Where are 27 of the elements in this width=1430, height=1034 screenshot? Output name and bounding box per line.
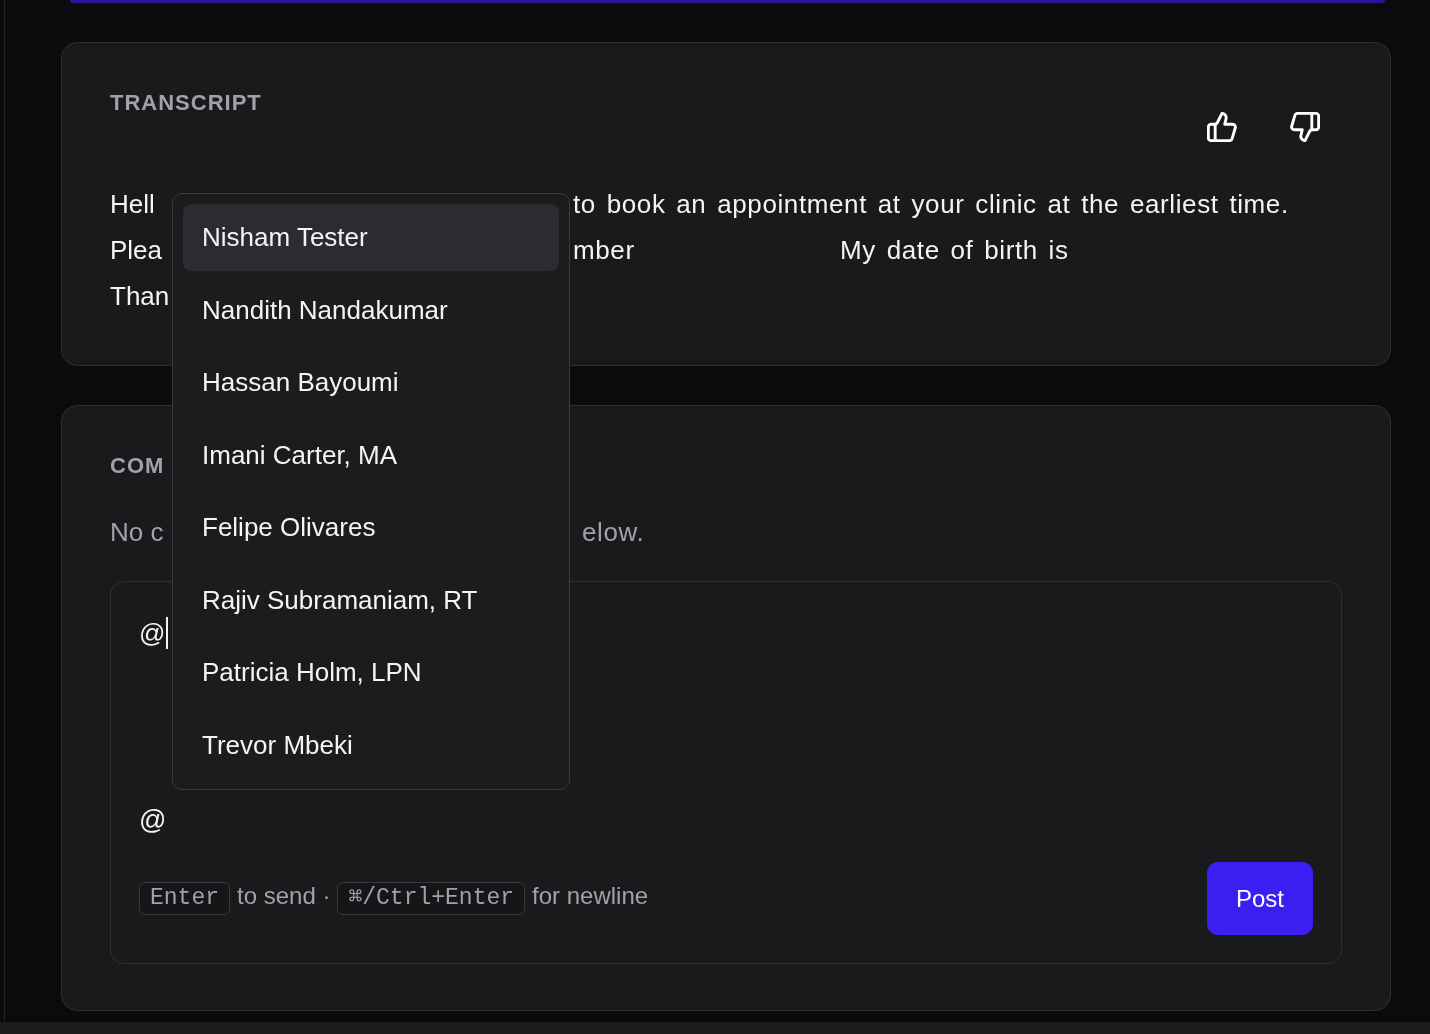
section-label: COM [110, 453, 165, 478]
mention-option[interactable]: Felipe Olivares [183, 494, 559, 561]
comment-input[interactable]: @ [139, 610, 169, 656]
section-label: TRANSCRIPT [110, 89, 262, 117]
empty-message-text: No c [110, 516, 164, 549]
transcript-text: to book an appointment at your clinic at the earliest time. [573, 188, 1289, 221]
transcript-text: Hell [110, 188, 155, 221]
transcript-text: Than [110, 280, 170, 313]
mention-option[interactable]: Imani Carter, MA [183, 421, 559, 489]
keyboard-shortcut: ⌘/Ctrl+Enter [337, 882, 526, 915]
transcript-text: Plea [110, 234, 163, 267]
thumbs-up-icon[interactable] [1207, 112, 1237, 142]
mention-option[interactable]: Patricia Holm, LPN [183, 639, 559, 706]
mention-option[interactable]: Nandith Nandakumar [183, 276, 559, 344]
mention-option[interactable]: Hassan Bayoumi [183, 349, 559, 416]
transcript-text: mber [573, 234, 635, 267]
post-button[interactable]: Post [1207, 862, 1313, 935]
mention-option[interactable]: Rajiv Subramaniam, RT [183, 566, 559, 634]
empty-message-text: elow. [582, 516, 645, 549]
thumbs-down-icon[interactable] [1290, 112, 1320, 142]
hint-text: to send · [237, 882, 331, 910]
mention-button[interactable]: @ [139, 797, 167, 843]
mention-option[interactable]: Trevor Mbeki [183, 711, 559, 779]
keyboard-shortcut: Enter [139, 882, 230, 915]
mention-option[interactable]: Nisham Tester [183, 204, 559, 271]
hint-text: for newline [532, 882, 649, 910]
transcript-text: My date of birth is [840, 234, 1069, 267]
